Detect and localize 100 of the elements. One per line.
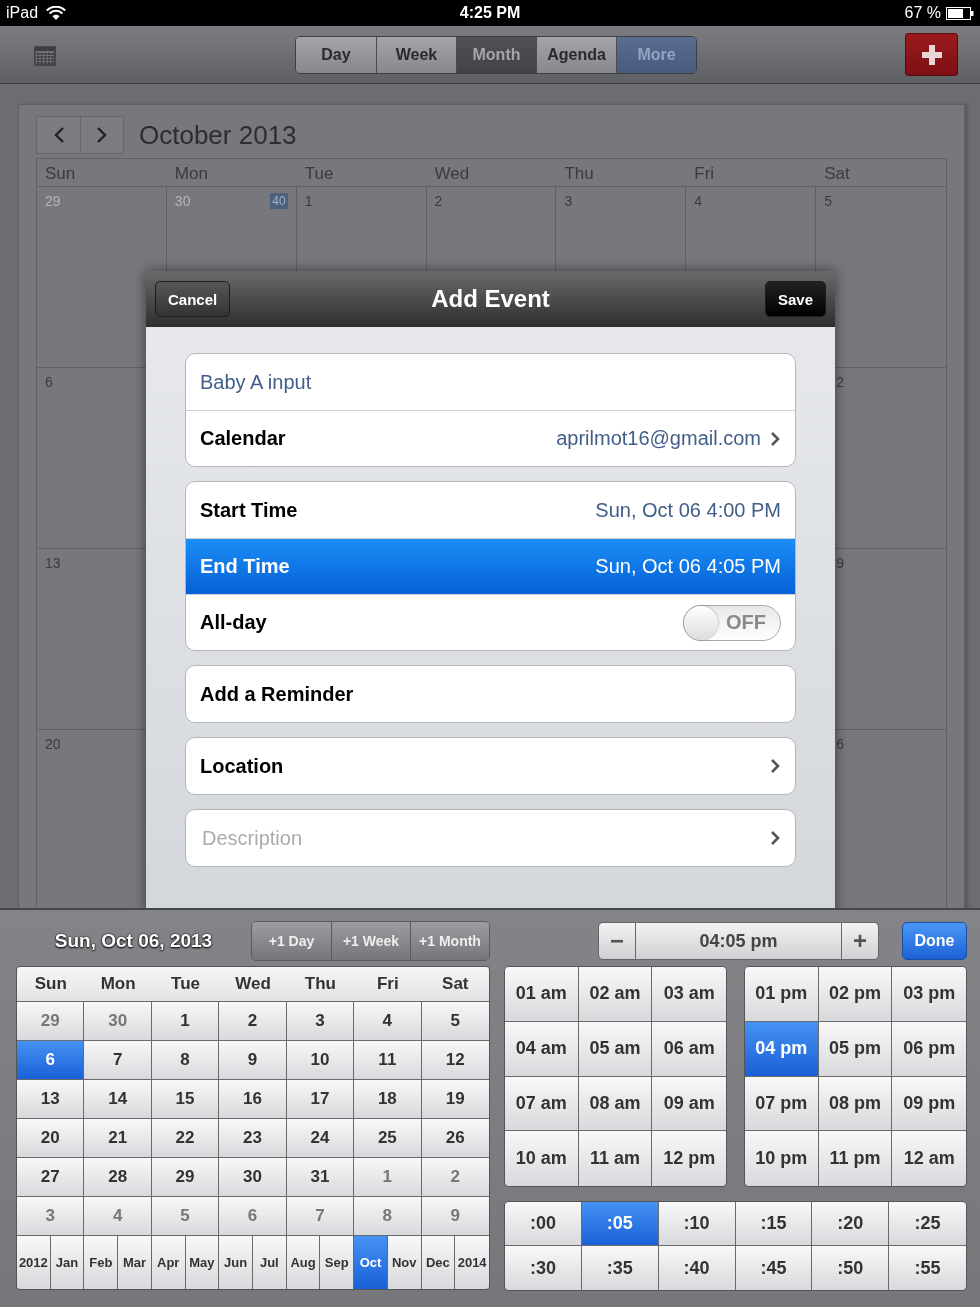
previous-button[interactable] bbox=[37, 117, 80, 153]
day-cell[interactable]: 13 bbox=[17, 1080, 85, 1119]
day-cell[interactable]: 25 bbox=[354, 1119, 422, 1158]
day-cell[interactable]: 18 bbox=[354, 1080, 422, 1119]
hour-cell[interactable]: 11 am bbox=[578, 1131, 653, 1186]
next-button[interactable] bbox=[80, 117, 123, 153]
month-cell[interactable]: Mar bbox=[118, 1236, 152, 1289]
day-cell[interactable]: 4 bbox=[84, 1197, 152, 1236]
month-cell[interactable]: May bbox=[185, 1236, 220, 1289]
day-cell[interactable]: 21 bbox=[84, 1119, 152, 1158]
month-cell[interactable]: Aug bbox=[286, 1236, 321, 1289]
hour-cell[interactable]: 10 am bbox=[505, 1131, 579, 1186]
day-cell[interactable]: 3 bbox=[17, 1197, 85, 1236]
hour-cell[interactable]: 08 pm bbox=[818, 1076, 893, 1132]
day-cell[interactable]: 5 bbox=[151, 1197, 220, 1236]
minute-cell[interactable]: :20 bbox=[812, 1202, 890, 1246]
minute-cell[interactable]: :50 bbox=[812, 1246, 890, 1290]
day-cell[interactable]: 3 bbox=[286, 1002, 355, 1041]
day-cell[interactable]: 23 bbox=[219, 1119, 287, 1158]
time-row[interactable]: Start Time Sun, Oct 06 4:00 PM bbox=[186, 482, 795, 538]
minute-cell[interactable]: :55 bbox=[889, 1246, 966, 1290]
day-cell[interactable]: 20 bbox=[17, 1119, 85, 1158]
hour-cell[interactable]: 09 pm bbox=[892, 1076, 966, 1132]
minute-cell[interactable]: :45 bbox=[735, 1246, 813, 1290]
view-tab[interactable]: Month bbox=[456, 36, 536, 73]
day-cell[interactable]: 16 bbox=[219, 1080, 287, 1119]
day-cell[interactable]: 12 bbox=[421, 1041, 489, 1080]
calendar-row[interactable]: Calendar aprilmot16@gmail.com bbox=[186, 410, 795, 466]
month-cell[interactable]: Dec bbox=[421, 1236, 456, 1289]
month-cell[interactable]: Oct bbox=[354, 1236, 388, 1289]
hour-cell[interactable]: 01 pm bbox=[745, 967, 819, 1022]
save-button[interactable]: Save bbox=[764, 281, 826, 317]
hour-cell[interactable]: 07 pm bbox=[745, 1076, 819, 1132]
hour-cell[interactable]: 09 am bbox=[652, 1076, 726, 1132]
hour-cell[interactable]: 12 pm bbox=[652, 1131, 726, 1186]
day-cell[interactable]: 2 bbox=[421, 1158, 489, 1197]
hour-cell[interactable]: 08 am bbox=[578, 1076, 653, 1132]
month-cell[interactable]: Apr bbox=[151, 1236, 186, 1289]
day-cell[interactable]: 9 bbox=[421, 1197, 489, 1236]
day-cell[interactable]: 30 bbox=[84, 1002, 152, 1041]
day-cell[interactable]: 28 bbox=[84, 1158, 152, 1197]
hour-cell[interactable]: 06 pm bbox=[892, 1021, 966, 1077]
hour-cell[interactable]: 07 am bbox=[505, 1076, 579, 1132]
month-cell[interactable]: 2012 bbox=[17, 1236, 51, 1289]
day-cell[interactable]: 1 bbox=[354, 1158, 422, 1197]
day-cell[interactable]: 4 bbox=[354, 1002, 422, 1041]
hour-cell[interactable]: 05 pm bbox=[818, 1021, 893, 1077]
hour-cell[interactable]: 05 am bbox=[578, 1021, 653, 1077]
view-tab[interactable]: Day bbox=[296, 36, 376, 73]
day-cell[interactable]: 9 bbox=[219, 1041, 287, 1080]
day-cell[interactable]: 1 bbox=[151, 1002, 220, 1041]
cancel-button[interactable]: Cancel bbox=[155, 281, 231, 317]
day-cell[interactable]: 10 bbox=[286, 1041, 355, 1080]
day-cell[interactable]: 22 bbox=[151, 1119, 220, 1158]
minute-cell[interactable]: :35 bbox=[581, 1246, 659, 1290]
day-cell[interactable]: 19 bbox=[421, 1080, 489, 1119]
day-cell[interactable]: 30 bbox=[219, 1158, 287, 1197]
month-cell[interactable]: Jul bbox=[253, 1236, 287, 1289]
minute-cell[interactable]: :00 bbox=[505, 1202, 582, 1246]
day-cell[interactable]: 6 bbox=[17, 1041, 85, 1080]
minute-cell[interactable]: :10 bbox=[658, 1202, 736, 1246]
view-tab[interactable]: Agenda bbox=[536, 36, 616, 73]
day-cell[interactable]: 6 bbox=[219, 1197, 287, 1236]
month-cell[interactable]: Jun bbox=[219, 1236, 253, 1289]
day-cell[interactable]: 14 bbox=[84, 1080, 152, 1119]
month-cell[interactable]: 2014 bbox=[455, 1236, 489, 1289]
month-cell[interactable]: Feb bbox=[84, 1236, 119, 1289]
day-cell[interactable]: 27 bbox=[17, 1158, 85, 1197]
hour-cell[interactable]: 12 am bbox=[892, 1131, 966, 1186]
day-cell[interactable]: 7 bbox=[286, 1197, 355, 1236]
reminder-row[interactable]: Add a Reminder bbox=[186, 666, 795, 722]
day-cell[interactable]: 31 bbox=[286, 1158, 355, 1197]
day-cell[interactable]: 2 bbox=[219, 1002, 287, 1041]
minute-cell[interactable]: :40 bbox=[658, 1246, 736, 1290]
increment-button[interactable]: + bbox=[841, 922, 879, 960]
day-cell[interactable]: 17 bbox=[286, 1080, 355, 1119]
done-button[interactable]: Done bbox=[902, 922, 967, 960]
month-cell[interactable]: Jan bbox=[50, 1236, 85, 1289]
decrement-button[interactable]: − bbox=[598, 922, 636, 960]
hour-cell[interactable]: 02 pm bbox=[818, 967, 893, 1022]
minute-cell[interactable]: :15 bbox=[735, 1202, 813, 1246]
day-cell[interactable]: 29 bbox=[17, 1002, 85, 1041]
hour-cell[interactable]: 10 pm bbox=[745, 1131, 819, 1186]
month-cell[interactable]: Nov bbox=[387, 1236, 422, 1289]
time-row[interactable]: End Time Sun, Oct 06 4:05 PM bbox=[186, 538, 795, 594]
minute-cell[interactable]: :05 bbox=[581, 1202, 659, 1246]
add-button[interactable] bbox=[905, 33, 958, 76]
title-field[interactable]: Baby A input bbox=[200, 370, 312, 394]
view-tab[interactable]: Week bbox=[376, 36, 456, 73]
day-cell[interactable]: 7 bbox=[84, 1041, 152, 1080]
day-cell[interactable]: 29 bbox=[151, 1158, 220, 1197]
hour-cell[interactable]: 04 pm bbox=[745, 1021, 819, 1077]
location-row[interactable]: Location bbox=[186, 738, 795, 794]
day-cell[interactable]: 8 bbox=[151, 1041, 220, 1080]
day-cell[interactable]: 11 bbox=[354, 1041, 422, 1080]
hour-cell[interactable]: 04 am bbox=[505, 1021, 579, 1077]
hour-cell[interactable]: 06 am bbox=[652, 1021, 726, 1077]
day-cell[interactable]: 8 bbox=[354, 1197, 422, 1236]
calendar-icon[interactable] bbox=[34, 43, 56, 66]
minute-cell[interactable]: :30 bbox=[505, 1246, 582, 1290]
